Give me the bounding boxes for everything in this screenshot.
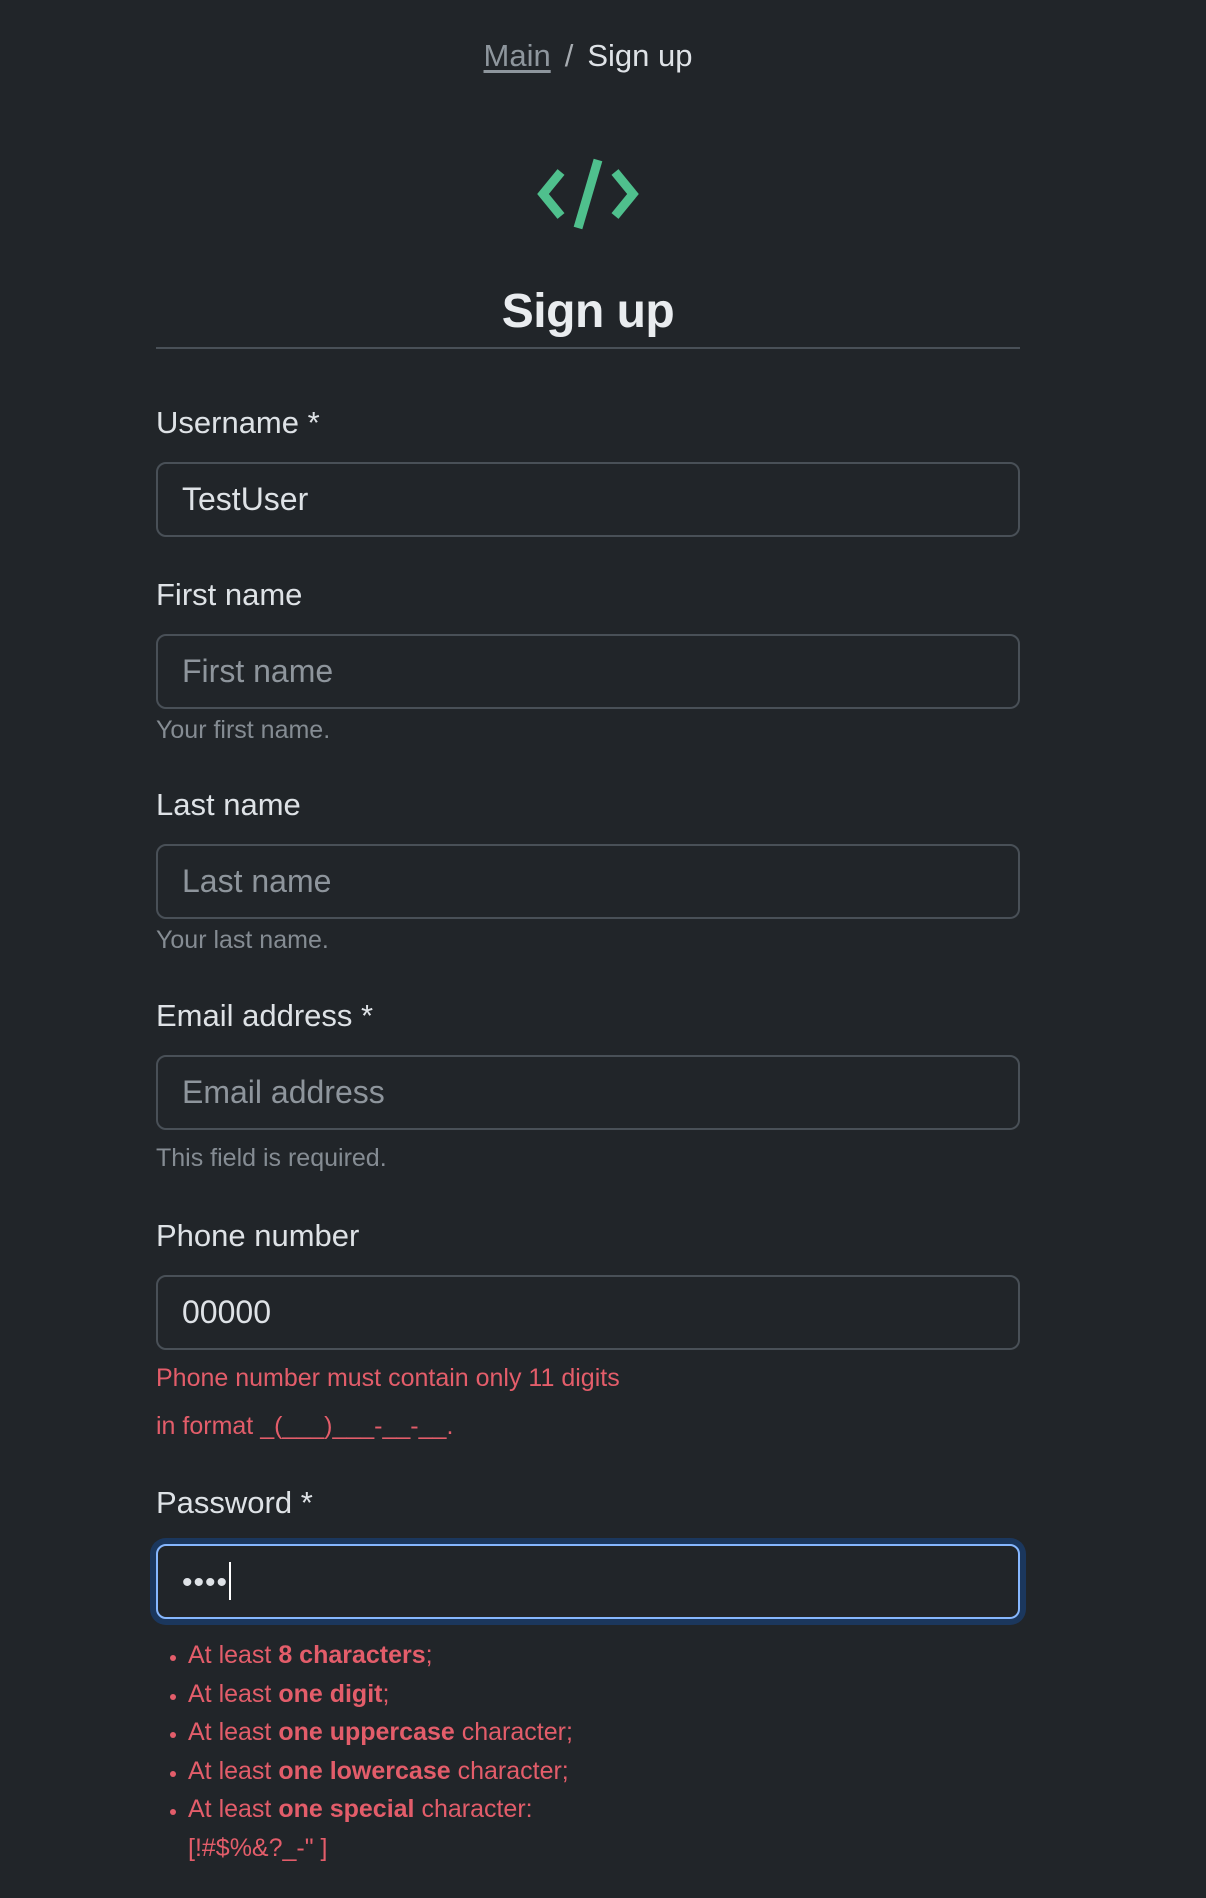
first-name-help: Your first name. (156, 716, 331, 744)
email-label: Email address * (156, 998, 374, 1033)
first-name-label: First name (156, 577, 303, 612)
password-label: Password * (156, 1485, 313, 1520)
breadcrumb-current: Sign up (587, 38, 693, 73)
code-icon (537, 158, 639, 230)
phone-input[interactable]: 00000 (156, 1275, 1020, 1350)
email-input[interactable]: Email address (156, 1055, 1020, 1130)
phone-error-line-1: Phone number must contain only 11 digits (156, 1364, 620, 1392)
breadcrumb: Main / Sign up (0, 36, 1176, 76)
phone-error-line-2: in format _(___)___-__-__. (156, 1412, 454, 1440)
last-name-input[interactable]: Last name (156, 844, 1020, 919)
username-input[interactable]: TestUser (156, 462, 1020, 537)
text-caret (229, 1561, 232, 1600)
password-rule: At least 8 characters; (188, 1636, 1048, 1675)
breadcrumb-separator: / (564, 38, 574, 73)
username-label: Username * (156, 405, 320, 440)
password-masked-value: •••• (182, 1566, 229, 1599)
email-help: This field is required. (156, 1144, 387, 1172)
password-input[interactable]: •••• (156, 1544, 1020, 1619)
password-rule: At least one lowercase character; (188, 1752, 1048, 1791)
password-rule: At least one special character: [!#$%&?_… (188, 1790, 608, 1867)
last-name-help: Your last name. (156, 926, 329, 954)
last-name-label: Last name (156, 787, 301, 822)
breadcrumb-home-link[interactable]: Main (484, 38, 551, 73)
password-rule: At least one digit; (188, 1675, 1048, 1714)
first-name-input[interactable]: First name (156, 634, 1020, 709)
password-rule: At least one uppercase character; (188, 1713, 1048, 1752)
password-requirements-list: At least 8 characters; At least one digi… (156, 1636, 1048, 1867)
phone-label: Phone number (156, 1218, 360, 1253)
page-title: Sign up (501, 285, 675, 338)
title-divider (156, 347, 1020, 349)
